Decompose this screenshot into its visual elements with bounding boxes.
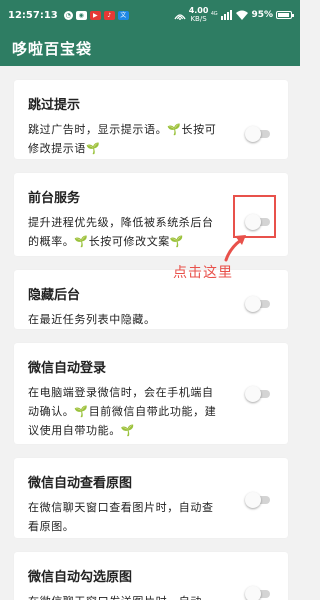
hotspot-icon xyxy=(174,13,186,20)
settings-list: 跳过提示 跳过广告时，显示提示语。🌱长按可修改提示语🌱 前台服务 提升进程优先级… xyxy=(0,66,300,600)
app-title: 哆啦百宝袋 xyxy=(12,39,93,58)
notification-icons: ◔ ◉ ▶ ♪ 文 xyxy=(63,10,129,20)
message-icon: ◔ xyxy=(63,10,73,20)
setting-description: 在电脑端登录微信时，会在手机端自动确认。🌱目前微信自带此功能，建议使用自带功能。… xyxy=(28,386,217,437)
status-time: 12:57:13 xyxy=(8,9,58,21)
network-speed-unit: KB/S xyxy=(190,15,207,23)
wifi-icon xyxy=(236,10,249,20)
battery-percent: 95% xyxy=(251,10,273,20)
video-icon: ▶ xyxy=(89,10,101,20)
setting-description: 在微信聊天窗口查看图片时，自动查看原图。 xyxy=(28,501,214,533)
battery-icon xyxy=(276,11,294,19)
setting-card-wechat-auto-select-original[interactable]: 微信自动勾选原图 在微信聊天窗口发送图片时，自动 xyxy=(14,552,288,600)
status-bar: 12:57:13 ◔ ◉ ▶ ♪ 文 4.00 KB/S 4G 95% xyxy=(0,0,300,30)
wechat-auto-login-toggle[interactable] xyxy=(245,386,272,402)
wechat-auto-view-original-toggle[interactable] xyxy=(245,492,272,508)
network-speed: 4.00 KB/S xyxy=(188,6,209,24)
setting-description: 跳过广告时，显示提示语。🌱长按可修改提示语🌱 xyxy=(28,123,217,155)
setting-card-wechat-auto-view-original[interactable]: 微信自动查看原图 在微信聊天窗口查看图片时，自动查看原图。 xyxy=(14,458,288,538)
status-right: 4.00 KB/S 4G 95% xyxy=(174,6,294,24)
setting-title: 微信自动查看原图 xyxy=(28,476,133,491)
music-icon: ♪ xyxy=(103,10,115,20)
chat-icon: ◉ xyxy=(75,10,87,20)
network-speed-value: 4.00 xyxy=(188,6,209,15)
translate-icon: 文 xyxy=(117,10,129,20)
wechat-auto-select-original-toggle[interactable] xyxy=(245,586,272,600)
setting-description: 提升进程优先级，降低被系统杀后台的概率。🌱长按可修改文案🌱 xyxy=(28,216,214,248)
setting-title: 微信自动登录 xyxy=(28,361,107,376)
signal-icon: 4G xyxy=(211,10,233,20)
skip-tip-toggle[interactable] xyxy=(245,126,272,142)
setting-description: 在微信聊天窗口发送图片时，自动 xyxy=(28,592,224,600)
setting-title: 微信自动勾选原图 xyxy=(28,570,133,585)
setting-card-wechat-auto-login[interactable]: 微信自动登录 在电脑端登录微信时，会在手机端自动确认。🌱目前微信自带此功能，建议… xyxy=(14,343,288,444)
setting-title: 跳过提示 xyxy=(28,98,81,113)
annotation-arrow-icon xyxy=(224,235,246,262)
hide-recents-toggle[interactable] xyxy=(245,296,272,312)
app-bar: 哆啦百宝袋 xyxy=(0,30,300,66)
svg-text:4G: 4G xyxy=(211,11,218,17)
setting-description: 在最近任务列表中隐藏。 xyxy=(28,313,156,326)
setting-card-hide-recents[interactable]: 隐藏后台 在最近任务列表中隐藏。 xyxy=(14,270,288,329)
annotation-label: 点击这里 xyxy=(173,265,233,281)
setting-card-skip-tip[interactable]: 跳过提示 跳过广告时，显示提示语。🌱长按可修改提示语🌱 xyxy=(14,80,288,159)
